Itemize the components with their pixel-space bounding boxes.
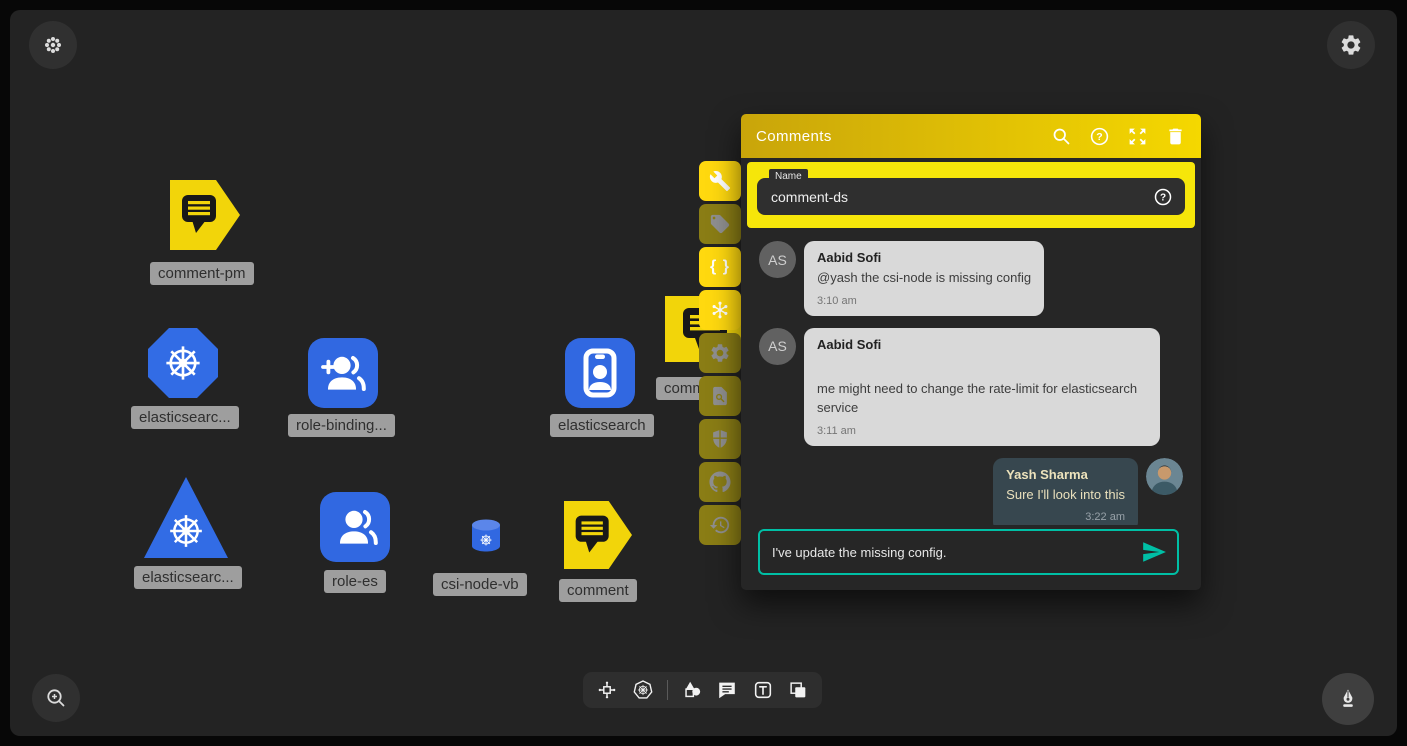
id-badge-icon <box>565 338 635 408</box>
node-role-binding[interactable] <box>308 338 378 408</box>
help-icon[interactable] <box>1089 126 1110 147</box>
name-input[interactable] <box>769 188 1153 206</box>
message-text: Sure I'll look into this <box>1006 486 1125 505</box>
node-elasticsearch-octagon[interactable] <box>148 328 218 398</box>
message-time: 3:10 am <box>817 295 1031 307</box>
message: Yash Sharma Sure I'll look into this 3:2… <box>759 458 1183 525</box>
dock-divider <box>667 680 668 700</box>
note-icon <box>787 679 809 701</box>
node-csi-node-vb[interactable] <box>469 518 503 554</box>
dock-item-text[interactable] <box>752 679 774 701</box>
message-bubble: Aabid Sofi @yash the csi-node is missing… <box>804 241 1044 316</box>
dock-item-shapes[interactable] <box>681 679 703 701</box>
node-label: role-es <box>324 570 386 593</box>
message-gap <box>817 356 1147 380</box>
toolbar-item-mesh[interactable] <box>699 290 741 330</box>
toolbar-item-json[interactable]: { } <box>699 247 741 287</box>
node-label: role-binding... <box>288 414 395 437</box>
toolbar-item-github[interactable] <box>699 462 741 502</box>
node-comment[interactable] <box>564 500 632 570</box>
name-field-label: Name <box>769 169 808 184</box>
dock-item-comment[interactable] <box>716 679 738 701</box>
message: AS Aabid Sofi me might need to change th… <box>759 328 1183 446</box>
avatar-initials: AS <box>759 328 796 365</box>
node-comment-pm[interactable] <box>170 180 240 250</box>
toolbar-item-history[interactable] <box>699 505 741 545</box>
message-text: @yash the csi-node is missing config <box>817 269 1031 288</box>
message-author: Aabid Sofi <box>817 337 1147 352</box>
chat-input-row <box>758 529 1179 575</box>
app-window: comment-pm elasticsearc... role-binding.… <box>0 0 1407 746</box>
shield-icon <box>709 428 731 450</box>
bottom-toolbar <box>583 672 822 708</box>
settings-button[interactable] <box>1327 21 1375 69</box>
message: AS Aabid Sofi @yash the csi-node is miss… <box>759 241 1183 316</box>
message-author: Aabid Sofi <box>817 250 1031 265</box>
message-text: me might need to change the rate-limit f… <box>817 380 1147 418</box>
app-logo-button[interactable] <box>29 21 77 69</box>
message-author: Yash Sharma <box>1006 467 1125 482</box>
mesh-flower-icon <box>41 33 65 57</box>
history-icon <box>709 514 731 536</box>
comment-icon <box>716 679 738 701</box>
doc-search-icon <box>709 385 731 407</box>
chat-input[interactable] <box>760 545 1141 560</box>
text-tool-icon <box>752 679 774 701</box>
avatar-initials: AS <box>759 241 796 278</box>
name-section: Name <box>747 162 1195 228</box>
persons-icon <box>331 503 379 551</box>
help-circle-icon[interactable] <box>1153 187 1173 207</box>
toolbar-item-security[interactable] <box>699 419 741 459</box>
message-time: 3:22 am <box>1006 511 1125 523</box>
toolbar-item-settings[interactable] <box>699 333 741 373</box>
message-bubble: Yash Sharma Sure I'll look into this 3:2… <box>993 458 1138 525</box>
kubernetes-wheel-icon <box>162 342 204 384</box>
side-toolbar: { } <box>699 161 741 545</box>
send-icon[interactable] <box>1141 539 1167 565</box>
name-field[interactable]: Name <box>757 178 1185 215</box>
node-label: elasticsearc... <box>131 406 239 429</box>
node-role-es[interactable] <box>320 492 390 562</box>
kubernetes-wheel-icon <box>166 511 206 551</box>
infrastructure-icon <box>596 679 618 701</box>
avatar-photo-icon <box>1146 458 1183 495</box>
pen-nib-icon <box>1336 687 1360 711</box>
zoom-in-icon <box>44 686 68 710</box>
toolbar-item-configure[interactable] <box>699 161 741 201</box>
trash-icon[interactable] <box>1165 126 1186 147</box>
gear-icon <box>1339 33 1363 57</box>
panel-title: Comments <box>756 128 1034 145</box>
wrench-icon <box>709 170 731 192</box>
toolbar-item-tag[interactable] <box>699 204 741 244</box>
node-label: elasticsearc... <box>134 566 242 589</box>
dock-item-kubernetes[interactable] <box>632 679 654 701</box>
pen-tool-button[interactable] <box>1322 673 1374 725</box>
toolbar-item-doc-search[interactable] <box>699 376 741 416</box>
braces-icon: { } <box>710 258 730 276</box>
kubernetes-icon <box>632 679 654 701</box>
hub-icon <box>709 299 731 321</box>
message-bubble: Aabid Sofi me might need to change the r… <box>804 328 1160 446</box>
dock-item-infrastructure[interactable] <box>596 679 618 701</box>
dock-item-note[interactable] <box>787 679 809 701</box>
expand-icon[interactable] <box>1127 126 1148 147</box>
node-elasticsearch-badge[interactable] <box>565 338 635 408</box>
github-icon <box>709 471 731 493</box>
node-label: elasticsearch <box>550 414 654 437</box>
search-icon[interactable] <box>1051 126 1072 147</box>
node-label: comment-pm <box>150 262 254 285</box>
person-add-icon <box>319 349 367 397</box>
comments-panel-header[interactable]: Comments <box>741 114 1201 158</box>
node-label: csi-node-vb <box>433 573 527 596</box>
zoom-in-button[interactable] <box>32 674 80 722</box>
gear-icon <box>709 342 731 364</box>
node-label: comment <box>559 579 637 602</box>
yash-avatar <box>1146 458 1183 495</box>
message-time: 3:11 am <box>817 425 1147 437</box>
message-list: AS Aabid Sofi @yash the csi-node is miss… <box>741 228 1201 525</box>
tag-icon <box>709 213 731 235</box>
comments-panel: Comments Name AS Aabid Sofi @yash the cs… <box>741 114 1201 590</box>
shapes-icon <box>681 679 703 701</box>
